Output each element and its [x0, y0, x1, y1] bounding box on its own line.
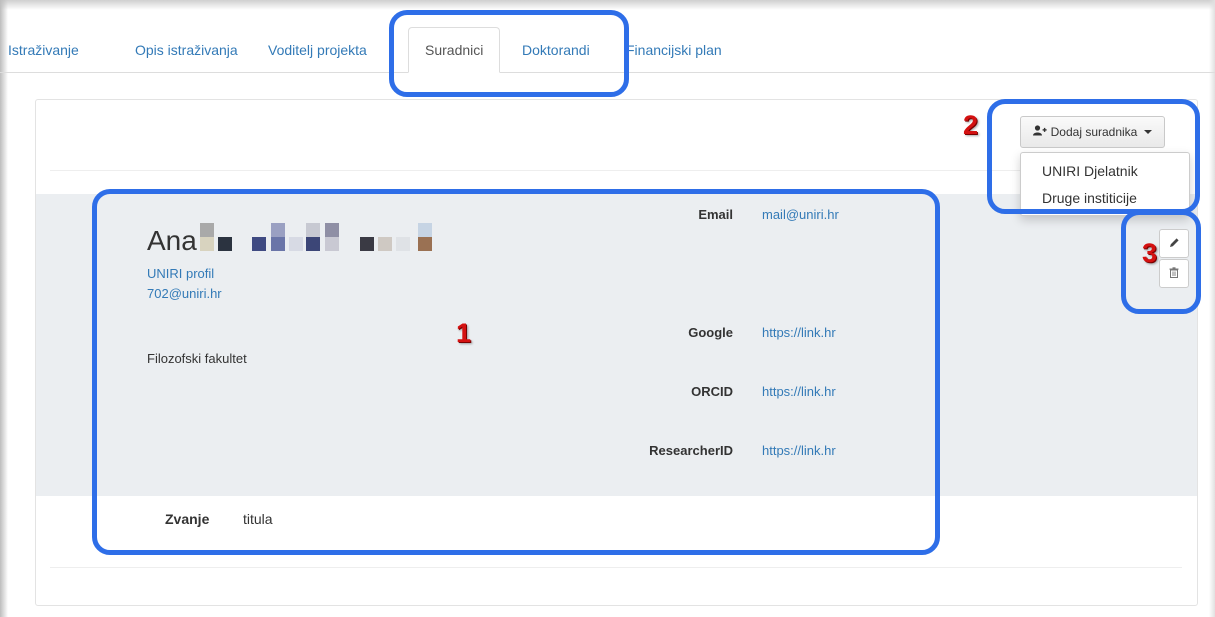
- window-shadow-left: [0, 0, 8, 617]
- tab-voditelj-projekta[interactable]: Voditelj projekta: [268, 28, 367, 73]
- window-shadow-top: [0, 0, 1215, 10]
- tab-istrazivanje[interactable]: Istraživanje: [8, 28, 79, 73]
- divider: [50, 567, 1182, 568]
- callout-number-2: 2: [963, 110, 979, 140]
- highlight-add-dropdown: [987, 99, 1200, 214]
- callout-number-3: 3: [1142, 238, 1158, 268]
- callout-number-1: 1: [456, 318, 472, 348]
- highlight-tabs: [389, 10, 629, 97]
- window-shadow-right: [1209, 0, 1215, 617]
- tab-opis-istrazivanja[interactable]: Opis istraživanja: [135, 28, 238, 73]
- tab-financijski-plan[interactable]: Financijski plan: [626, 28, 722, 73]
- highlight-action-buttons: [1121, 210, 1201, 314]
- highlight-collaborator-card: [92, 189, 940, 555]
